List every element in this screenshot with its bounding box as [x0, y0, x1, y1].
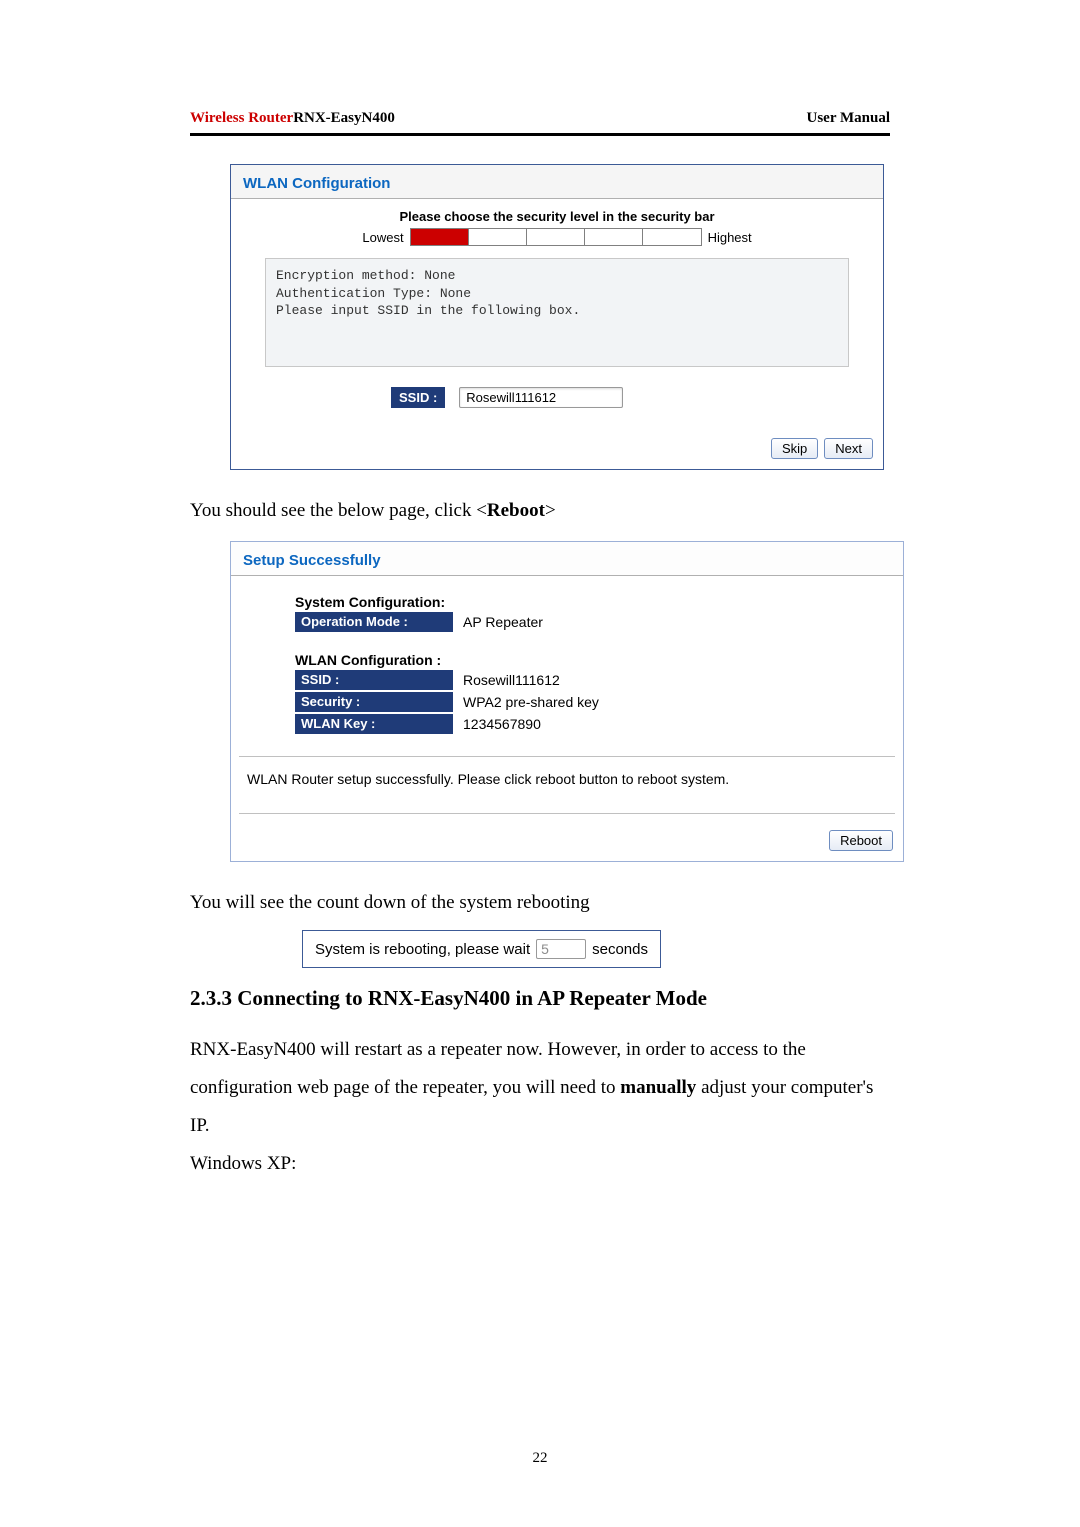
lowest-label: Lowest [362, 230, 403, 245]
operation-mode-label: Operation Mode : [295, 612, 453, 632]
para-c: Windows XP: [190, 1153, 296, 1174]
setup-panel-title: Setup Successfully [231, 542, 903, 576]
ssid-input-row: SSID : [391, 387, 883, 408]
page-header: Wireless RouterRNX-EasyN400 User Manual [190, 110, 890, 127]
line1-suffix: > [545, 500, 556, 521]
reboot-countdown-box: System is rebooting, please wait seconds [302, 930, 661, 968]
security-seg-4[interactable] [585, 229, 643, 245]
panel-divider [239, 756, 895, 757]
brand-text: Wireless Router [190, 110, 293, 126]
system-config-block: System Configuration: Operation Mode : A… [231, 576, 903, 744]
wlan-panel-title: WLAN Configuration [231, 165, 883, 199]
countdown-prefix: System is rebooting, please wait [315, 941, 530, 958]
setup-ssid-label: SSID : [295, 670, 453, 690]
reboot-button[interactable]: Reboot [829, 830, 893, 851]
security-seg-3[interactable] [527, 229, 585, 245]
header-divider [190, 133, 890, 136]
operation-mode-value: AP Repeater [453, 612, 553, 632]
panel-divider-2 [239, 813, 895, 814]
highest-label: Highest [708, 230, 752, 245]
security-seg-5[interactable] [643, 229, 701, 245]
line1-bold: Reboot [487, 500, 545, 521]
wlan-config-heading: WLAN Configuration : [295, 652, 881, 668]
setup-key-label: WLAN Key : [295, 714, 453, 734]
ssid-label: SSID : [391, 387, 445, 408]
encryption-info-box: Encryption method: None Authentication T… [265, 258, 849, 367]
security-instruction: Please choose the security level in the … [231, 199, 883, 228]
setup-ssid-value: Rosewill111612 [453, 670, 570, 690]
security-level-bar: Lowest Highest [231, 228, 883, 246]
ssid-input[interactable] [459, 387, 623, 408]
wlan-config-panel: WLAN Configuration Please choose the sec… [230, 164, 884, 470]
header-left: Wireless RouterRNX-EasyN400 [190, 110, 395, 127]
skip-button[interactable]: Skip [771, 438, 818, 459]
next-button[interactable]: Next [824, 438, 873, 459]
system-config-heading: System Configuration: [295, 594, 881, 610]
security-seg-2[interactable] [469, 229, 527, 245]
wlan-button-row: Skip Next [231, 432, 883, 469]
model-text: RNX-EasyN400 [293, 110, 395, 126]
countdown-suffix: seconds [592, 941, 648, 958]
security-seg-1[interactable] [411, 229, 469, 245]
section-paragraph: RNX-EasyN400 will restart as a repeater … [190, 1031, 890, 1183]
setup-security-value: WPA2 pre-shared key [453, 692, 609, 712]
line1-prefix: You should see the below page, click < [190, 500, 487, 521]
setup-security-label: Security : [295, 692, 453, 712]
header-right: User Manual [807, 110, 890, 127]
section-heading: 2.3.3 Connecting to RNX-EasyN400 in AP R… [190, 986, 890, 1011]
setup-ssid-row: SSID : Rosewill111612 [295, 670, 881, 690]
page-number: 22 [0, 1450, 1080, 1467]
setup-key-row: WLAN Key : 1234567890 [295, 714, 881, 734]
setup-success-message: WLAN Router setup successfully. Please c… [231, 767, 903, 801]
operation-mode-row: Operation Mode : AP Repeater [295, 612, 881, 632]
para-bold: manually [620, 1077, 696, 1098]
setup-key-value: 1234567890 [453, 714, 551, 734]
security-bar-track[interactable] [410, 228, 702, 246]
setup-security-row: Security : WPA2 pre-shared key [295, 692, 881, 712]
reboot-instruction-line: You should see the below page, click <Re… [190, 490, 890, 532]
setup-success-panel: Setup Successfully System Configuration:… [230, 541, 904, 862]
countdown-seconds-input [536, 939, 586, 959]
countdown-intro-line: You will see the count down of the syste… [190, 882, 890, 924]
reboot-button-row: Reboot [231, 824, 903, 861]
